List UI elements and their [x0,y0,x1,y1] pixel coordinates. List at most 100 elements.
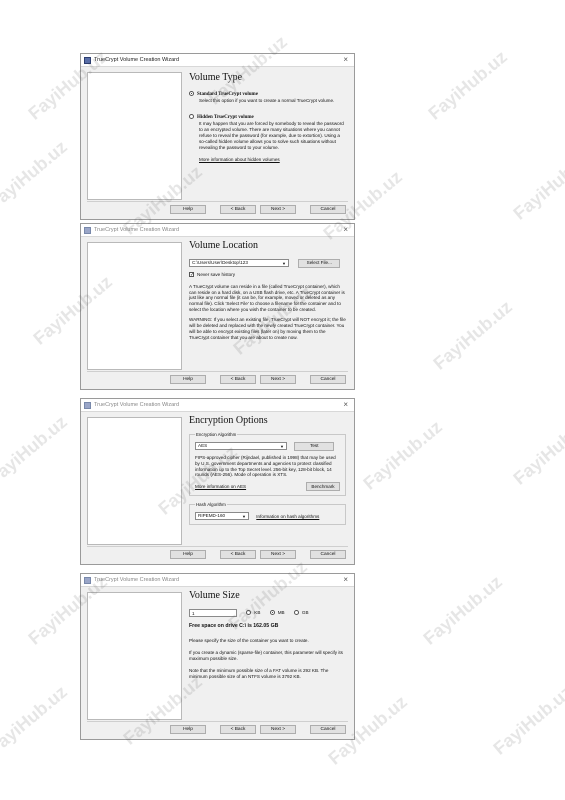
next-button[interactable]: Next > [260,205,296,214]
wizard-window-volume-size: TrueCrypt Volume Creation Wizard × Volum… [80,573,355,740]
next-button[interactable]: Next > [260,725,296,734]
truecrypt-icon [84,56,91,64]
window-title: TrueCrypt Volume Creation Wizard [94,57,180,63]
close-icon[interactable]: × [343,400,348,409]
watermark-text: FayiHub.uz [359,416,446,494]
test-button[interactable]: Test [294,441,335,451]
title-bar[interactable]: TrueCrypt Volume Creation Wizard × [81,574,354,587]
chevron-down-icon[interactable]: ▼ [280,444,284,449]
window-title: TrueCrypt Volume Creation Wizard [94,402,180,408]
button-bar: Help < Back Next > Cancel [170,205,346,214]
divider [87,371,348,372]
back-button[interactable]: < Back [220,725,256,734]
close-icon[interactable]: × [343,225,348,234]
cancel-button[interactable]: Cancel [310,375,346,384]
encryption-algorithm-legend: Encryption Algorithm [195,431,238,438]
wizard-image-pane [87,72,182,200]
next-button[interactable]: Next > [260,550,296,559]
mb-option[interactable]: MB [269,610,285,616]
benchmark-button[interactable]: Benchmark [306,482,340,492]
close-icon[interactable]: × [343,575,348,584]
wizard-image-pane [87,417,182,545]
back-button[interactable]: < Back [220,205,256,214]
wizard-window-volume-type: TrueCrypt Volume Creation Wizard × Volum… [80,53,355,220]
watermark-text: FayiHub.uz [419,571,506,649]
hidden-volume-option[interactable]: Hidden TrueCrypt volume [189,114,346,121]
encryption-algorithm-description: FIPS-approved cipher (Rijndael, publishe… [195,454,336,478]
never-save-history-option[interactable]: ✓ Never save history [189,272,346,278]
page-title: Encryption Options [189,415,268,426]
hidden-volumes-info-link[interactable]: More information about hidden volumes [199,157,280,162]
step-content: Encryption Options Encryption Algorithm … [189,415,346,526]
button-bar: Help < Back Next > Cancel [170,550,346,559]
encryption-algorithm-value: AES [198,443,208,449]
watermark-text: FayiHub.uz [429,296,516,374]
watermark-text: FayiHub.uz [0,681,71,759]
title-bar[interactable]: TrueCrypt Volume Creation Wizard × [81,224,354,237]
encryption-algorithm-group: Encryption Algorithm AES ▼ Test FIPS-appr… [189,431,346,497]
help-button[interactable]: Help [170,205,206,214]
location-warning: WARNING: If you select an existing file,… [189,317,346,340]
hidden-volume-description: It may happen that you are forced by som… [199,121,344,150]
window-title: TrueCrypt Volume Creation Wizard [94,227,180,233]
never-save-history-label: Never save history [197,271,236,277]
hash-algorithm-select[interactable]: RIPEMD-160 ▼ [195,512,249,521]
truecrypt-icon [84,401,91,409]
back-button[interactable]: < Back [220,375,256,384]
help-button[interactable]: Help [170,375,206,384]
window-title: TrueCrypt Volume Creation Wizard [94,577,180,583]
help-button[interactable]: Help [170,725,206,734]
cancel-button[interactable]: Cancel [310,205,346,214]
watermark-text: FayiHub.uz [489,681,565,759]
kb-radio[interactable] [246,610,252,616]
hash-algorithm-legend: Hash Algorithm [195,502,227,508]
cancel-button[interactable]: Cancel [310,725,346,734]
page-title: Volume Location [189,240,258,251]
step-content: Volume Location C:\Users\User\Desktop\12… [189,240,346,345]
button-bar: Help < Back Next > Cancel [170,375,346,384]
standard-volume-radio[interactable] [189,91,194,97]
page-title: Volume Type [189,72,243,83]
kb-label: KB [254,610,261,616]
aes-info-link[interactable]: More information on AES [195,484,246,490]
help-button[interactable]: Help [170,550,206,559]
chevron-down-icon[interactable]: ▼ [242,514,246,519]
standard-volume-description: Select this option if you want to create… [199,98,335,104]
mb-label: MB [277,610,285,616]
standard-volume-option[interactable]: Standard TrueCrypt volume [189,91,346,98]
gb-radio[interactable] [293,610,299,616]
step-content: Volume Type Standard TrueCrypt volume Se… [189,72,346,163]
encryption-algorithm-select[interactable]: AES ▼ [195,442,287,451]
chevron-down-icon[interactable]: ▼ [282,261,286,266]
never-save-history-checkbox[interactable]: ✓ [189,272,194,278]
title-bar[interactable]: TrueCrypt Volume Creation Wizard × [81,399,354,412]
hidden-volume-radio[interactable] [189,114,194,120]
watermark-text: FayiHub.uz [424,46,511,124]
gb-label: GB [301,610,309,616]
divider [87,201,348,202]
volume-path-value: C:\Users\User\Desktop\123 [192,260,248,266]
volume-size-input[interactable]: 1 [189,608,237,617]
gb-option[interactable]: GB [293,610,309,616]
page-title: Volume Size [189,590,240,601]
divider [87,721,348,722]
cancel-button[interactable]: Cancel [310,550,346,559]
kb-option[interactable]: KB [246,610,261,616]
watermark-text: FayiHub.uz [0,411,71,489]
wizard-image-pane [87,592,182,720]
divider [87,546,348,547]
mb-radio[interactable] [269,610,275,616]
title-bar[interactable]: TrueCrypt Volume Creation Wizard × [81,54,354,67]
back-button[interactable]: < Back [220,550,256,559]
close-icon[interactable]: × [343,55,348,64]
hash-info-link[interactable]: Information on hash algorithms [256,514,319,519]
volume-path-combobox[interactable]: C:\Users\User\Desktop\123 ▼ [189,259,289,268]
wizard-window-encryption-options: TrueCrypt Volume Creation Wizard × Encry… [80,398,355,565]
watermark-text: FayiHub.uz [509,411,565,489]
wizard-image-pane [87,242,182,370]
watermark-text: FayiHub.uz [0,136,71,214]
watermark-text: FayiHub.uz [509,146,565,224]
next-button[interactable]: Next > [260,375,296,384]
select-file-button[interactable]: Select File... [298,258,341,268]
truecrypt-icon [84,226,91,234]
